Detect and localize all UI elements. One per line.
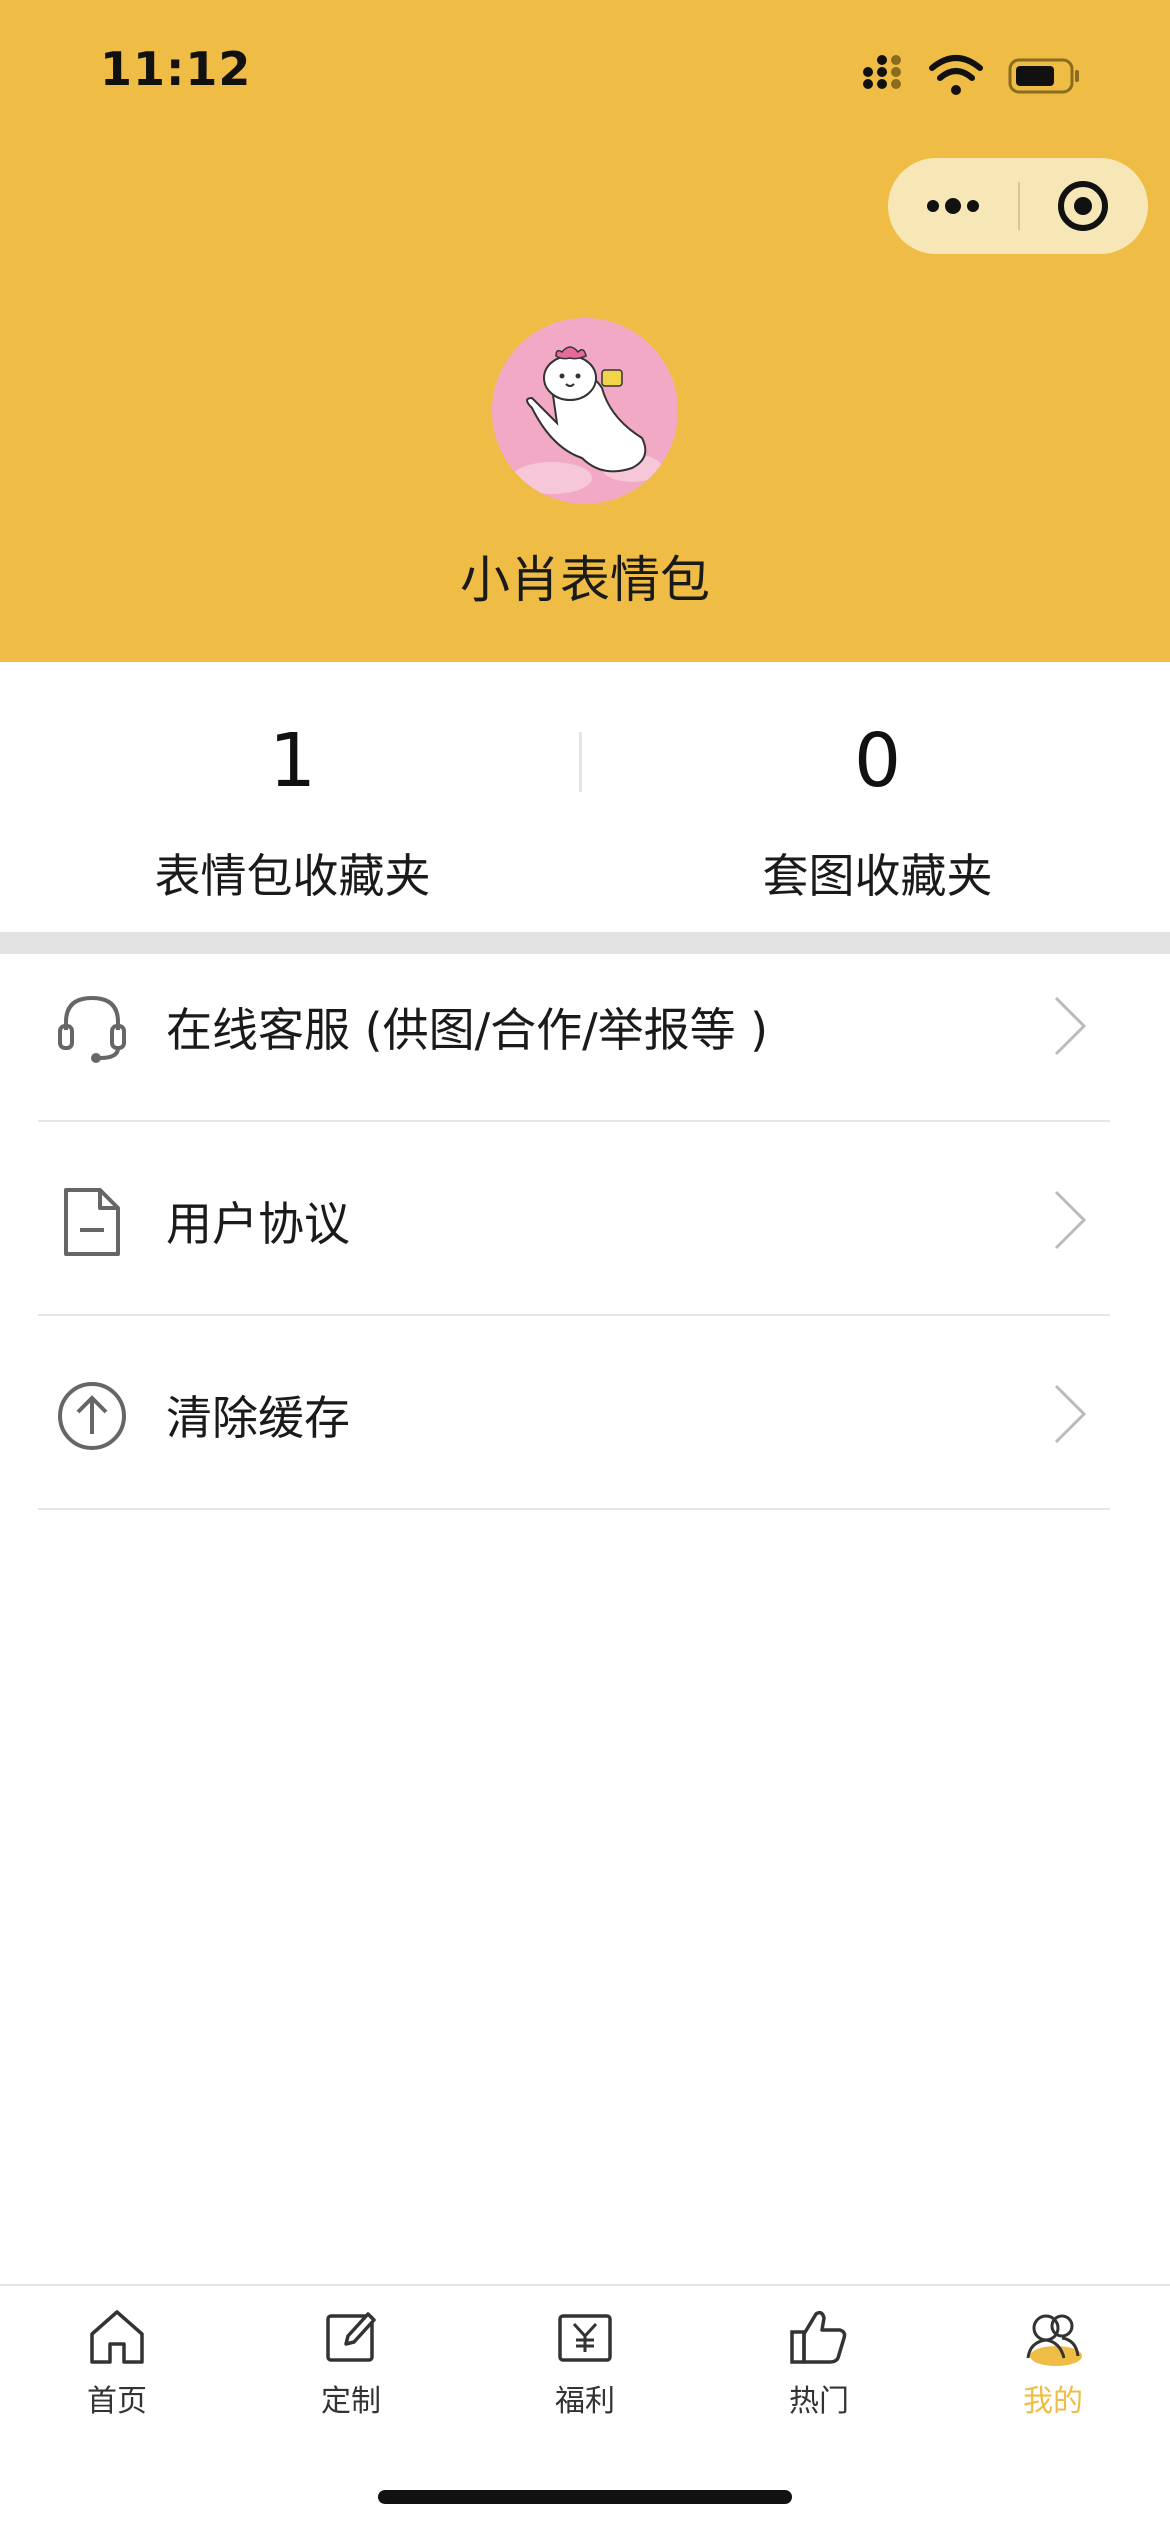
status-icons — [863, 55, 1079, 95]
tab-label: 福利 — [555, 2384, 615, 2419]
tab-mine[interactable]: 我的 — [936, 2304, 1170, 2444]
tab-label: 我的 — [1023, 2384, 1083, 2419]
profile-header: 11:12 小肖表情包 — [0, 0, 1170, 662]
signal-icon — [863, 55, 901, 89]
chevron-right-icon — [1054, 1190, 1087, 1250]
home-icon — [90, 2310, 144, 2364]
menu-item-label: 清除缓存 — [166, 1391, 350, 1445]
stat-set-favorites[interactable]: 0 套图收藏夹 — [585, 724, 1170, 906]
upload-circle-icon — [58, 1382, 126, 1450]
yen-gift-icon — [558, 2314, 612, 2362]
tab-home[interactable]: 首页 — [0, 2304, 234, 2444]
stat-emoji-favorites[interactable]: 1 表情包收藏夹 — [0, 724, 585, 906]
users-icon — [1026, 2314, 1082, 2366]
stat-label: 表情包收藏夹 — [154, 849, 431, 903]
stat-value: 1 — [268, 718, 317, 804]
tab-custom[interactable]: 定制 — [234, 2304, 468, 2444]
status-time: 11:12 — [100, 42, 252, 96]
username: 小肖表情包 — [460, 551, 710, 609]
wifi-icon — [929, 55, 983, 95]
home-indicator[interactable] — [378, 2490, 792, 2504]
close-button[interactable] — [1018, 158, 1148, 254]
menu-item-label: 用户协议 — [166, 1197, 350, 1251]
tab-label: 热门 — [789, 2384, 849, 2419]
stat-divider — [579, 732, 582, 792]
more-button[interactable] — [888, 158, 1018, 254]
menu-item-user-agreement[interactable]: 用户协议 — [38, 1122, 1110, 1316]
tab-label: 定制 — [321, 2384, 381, 2419]
stat-value: 0 — [853, 718, 902, 804]
more-dots-icon — [927, 198, 979, 214]
battery-icon — [1008, 58, 1079, 94]
menu-item-label: 在线客服 (供图/合作/举报等 ) — [166, 1003, 769, 1057]
thumbs-up-icon — [790, 2310, 847, 2364]
chevron-right-icon — [1054, 1384, 1087, 1444]
cartoon-bunny-avatar — [492, 318, 678, 504]
edit-icon — [326, 2312, 376, 2362]
tab-hot[interactable]: 热门 — [702, 2304, 936, 2444]
chevron-right-icon — [1054, 996, 1087, 1056]
tab-label: 首页 — [87, 2384, 147, 2419]
headset-icon — [58, 995, 126, 1063]
avatar[interactable] — [492, 318, 678, 504]
tab-welfare[interactable]: 福利 — [468, 2304, 702, 2444]
favorites-stats: 1 表情包收藏夹 0 套图收藏夹 — [0, 662, 1170, 932]
document-icon — [64, 1188, 120, 1256]
target-circle-icon — [1058, 181, 1108, 231]
mini-program-capsule — [888, 158, 1148, 254]
stat-label: 套图收藏夹 — [762, 849, 993, 903]
menu-item-clear-cache[interactable]: 清除缓存 — [38, 1316, 1110, 1510]
menu-item-customer-service[interactable]: 在线客服 (供图/合作/举报等 ) — [38, 928, 1110, 1122]
